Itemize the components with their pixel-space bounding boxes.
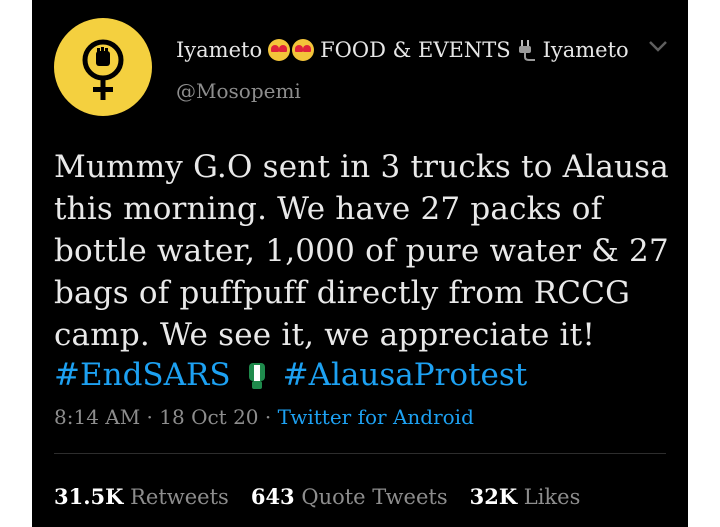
quote-tweets-stat[interactable]: 643 Quote Tweets <box>251 484 448 509</box>
hashtag-row: #EndSARS #AlausaProtest <box>54 354 527 396</box>
tweet-text-line: bottle water, 1,000 of pure water & 27 <box>54 233 669 269</box>
quotes-count: 643 <box>250 484 295 509</box>
hashtag-link[interactable]: #EndSARS <box>54 357 231 393</box>
likes-count: 32K <box>469 484 518 509</box>
tweet-text-line: Mummy G.O sent in 3 trucks to Alausa <box>54 149 669 185</box>
plug-icon <box>518 40 535 61</box>
divider <box>54 453 666 454</box>
likes-stat[interactable]: 32K Likes <box>470 484 581 509</box>
tweet-time[interactable]: 8:14 AM <box>54 405 140 429</box>
user-handle[interactable]: @Mosopemi <box>176 79 301 103</box>
tweet-source[interactable]: Twitter for Android <box>278 405 474 429</box>
retweets-label: Retweets <box>130 485 229 509</box>
separator: · <box>140 405 160 429</box>
display-name-end: Iyameto <box>542 38 629 62</box>
female-fist-symbol-icon <box>82 39 124 100</box>
retweets-stat[interactable]: 31.5K Retweets <box>54 484 229 509</box>
chevron-down-icon[interactable] <box>646 36 670 56</box>
retweets-count: 31.5K <box>54 484 124 509</box>
tweet-text-line: bags of puffpuff directly from RCCG <box>54 275 631 311</box>
hashtag-link[interactable]: #AlausaProtest <box>283 357 528 393</box>
likes-label: Likes <box>523 485 581 509</box>
separator: · <box>258 405 278 429</box>
raised-fist-icon <box>248 363 265 389</box>
tweet-text-line: camp. We see it, we appreciate it! <box>54 317 595 353</box>
tweet-card: Iyameto FOOD & EVENTS Iyameto @Mosopemi … <box>32 0 688 527</box>
tweet-date[interactable]: 18 Oct 20 <box>159 405 258 429</box>
display-name-start: Iyameto <box>176 38 263 62</box>
display-name[interactable]: Iyameto FOOD & EVENTS Iyameto <box>176 34 646 66</box>
display-name-middle: FOOD & EVENTS <box>320 38 511 62</box>
tweet-meta: 8:14 AM · 18 Oct 20 · Twitter for Androi… <box>54 405 474 429</box>
avatar[interactable] <box>54 18 152 116</box>
heart-eyes-emoji-icon <box>292 39 315 61</box>
engagement-stats: 31.5K Retweets 643 Quote Tweets 32K Like… <box>54 484 602 509</box>
tweet-text-line: this morning. We have 27 packs of <box>54 191 603 227</box>
tweet-text: Mummy G.O sent in 3 trucks to Alausa thi… <box>54 146 674 356</box>
quotes-label: Quote Tweets <box>301 485 448 509</box>
heart-eyes-emoji-icon <box>268 39 291 61</box>
